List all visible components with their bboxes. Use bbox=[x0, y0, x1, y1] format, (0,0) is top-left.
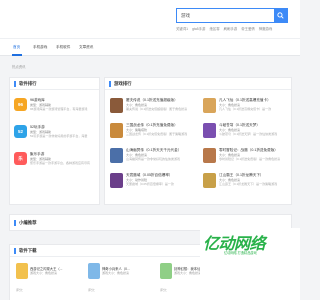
download-category: 游戏大小：角色扮演 bbox=[102, 271, 130, 275]
app-icon: 乐 bbox=[14, 152, 27, 165]
software-rank-panel: 软件排行 96 96游戏库 类型：游戏辅助 96游戏库是一款游戏管理平台，有海量… bbox=[9, 77, 100, 205]
hot-tags: 关键词1 gta5手游 绝区零 刷刷手游 帝王爱情 神魔游戏 bbox=[176, 26, 296, 31]
game-item[interactable]: 零时冒险记：战魔（0.1折送免费版） 大小：角色扮演 零时冒险记（0.1折送免费… bbox=[203, 148, 293, 168]
site-logo[interactable] bbox=[10, 4, 80, 32]
main-nav: 首页 手机游戏 手机软件 文章资讯 bbox=[0, 38, 300, 56]
nav-mobile-software[interactable]: 手机软件 bbox=[56, 45, 70, 50]
search-box bbox=[176, 8, 288, 23]
game-item[interactable]: 天寰魔域（0.05折百倍爆率） 大小：动作冒险 天寰魔域（0.05折百倍爆率）是… bbox=[110, 173, 200, 193]
panel-accent bbox=[14, 219, 16, 226]
game-desc: 斗破苍穹（0.1折送天梦）是一款仙侠类游戏 bbox=[219, 131, 278, 136]
download-thumbnail[interactable] bbox=[88, 263, 100, 279]
brand-watermark: 亿动网络 亿动网络 打造精品游戏 bbox=[200, 228, 300, 300]
download-card[interactable]: 神奇小兵来人（0... 游戏大小：角色扮演 评分： bbox=[88, 263, 148, 295]
game-thumbnail[interactable] bbox=[203, 98, 216, 113]
game-item[interactable]: 三国战龙传（0.1折充值免费版） 大小：策略塔防 三国战龙传（0.1折充值免费版… bbox=[110, 123, 200, 143]
game-thumbnail[interactable] bbox=[203, 148, 216, 163]
game-desc: 天寰魔域（0.05折百倍爆率）是一款 bbox=[126, 181, 174, 186]
game-item[interactable]: 凡人飞仙（0.1折送高爆充值卡） 大小：角色扮演 凡人飞仙（0.1折送高爆充值卡… bbox=[203, 98, 293, 118]
software-item[interactable]: 96 96游戏库 类型：游戏辅助 96游戏库是一款游戏管理平台，有海量游戏 bbox=[14, 98, 96, 118]
game-desc: 江山霸王（0.1折龙腾天下）是一款策略游戏 bbox=[219, 181, 278, 186]
nav-home[interactable]: 首页 bbox=[13, 45, 20, 50]
nav-articles[interactable]: 文章资讯 bbox=[79, 45, 93, 50]
download-category: 游戏大小：角色扮演 bbox=[174, 271, 202, 275]
panel-title: 小编推荐 bbox=[19, 219, 37, 225]
hot-tag[interactable]: 神魔游戏 bbox=[259, 26, 273, 31]
game-thumbnail[interactable] bbox=[203, 173, 216, 188]
app-desc: 聚乐手游是一款手游平台，各种游戏应有尽有 bbox=[30, 160, 91, 165]
breadcrumb[interactable]: 热点资讯 bbox=[12, 64, 26, 69]
panel-title: 游戏排行 bbox=[114, 80, 132, 86]
game-thumbnail[interactable] bbox=[110, 98, 123, 113]
game-thumbnail[interactable] bbox=[110, 173, 123, 188]
search-input[interactable] bbox=[177, 9, 274, 22]
hot-tag[interactable]: 关键词1 bbox=[176, 26, 188, 31]
game-desc: 零时冒险记（0.1折送免费版）是一款角色扮演 bbox=[219, 156, 281, 161]
app-icon: 52 bbox=[14, 125, 27, 138]
app-desc: 96游戏库是一款游戏管理平台，有海量游戏 bbox=[30, 106, 88, 111]
game-desc: 屠夫传说（0.1折送充值超级版）属于角色扮演 bbox=[126, 106, 188, 111]
download-rating: 评分： bbox=[16, 288, 26, 292]
brand-tagline: 亿动网络 打造精品游戏 bbox=[224, 251, 257, 255]
panel-accent bbox=[14, 247, 16, 254]
app-icon: 96 bbox=[14, 98, 27, 111]
header: 关键词1 gta5手游 绝区零 刷刷手游 帝王爱情 神魔游戏 bbox=[0, 0, 300, 38]
download-rating: 评分： bbox=[88, 288, 98, 292]
game-item[interactable]: 斗破苍穹（0.1折送天梦） 大小：角色扮演 斗破苍穹（0.1折送天梦）是一款仙侠… bbox=[203, 123, 293, 143]
game-item[interactable]: 山海幽冥传（0.1折天天千元代金） 大小：角色扮演 山海幽冥传是一款非常好玩的仙… bbox=[110, 148, 200, 168]
hot-tag[interactable]: 刷刷手游 bbox=[224, 26, 238, 31]
download-category: 游戏大小：角色扮演 bbox=[30, 271, 58, 275]
hot-tag[interactable]: gta5手游 bbox=[192, 26, 205, 31]
game-rank-panel: 游戏排行 屠夫传说（0.1折送充值超级版） 大小：角色扮演 屠夫传说（0.1折送… bbox=[104, 77, 292, 205]
search-icon bbox=[277, 12, 284, 19]
game-item[interactable]: 屠夫传说（0.1折送充值超级版） 大小：角色扮演 屠夫传说（0.1折送充值超级版… bbox=[110, 98, 200, 118]
panel-title: 软件排行 bbox=[19, 80, 37, 86]
download-thumbnail[interactable] bbox=[16, 263, 28, 279]
game-desc: 凡人飞仙（0.1折送高爆充值卡）是一款 bbox=[219, 106, 272, 111]
nav-active-indicator bbox=[12, 54, 22, 56]
download-card[interactable]: 西游记之闪现大王（... 游戏大小：角色扮演 评分： bbox=[16, 263, 76, 295]
download-rating: 评分： bbox=[160, 288, 170, 292]
panel-accent bbox=[109, 80, 111, 87]
panel-accent bbox=[14, 80, 16, 87]
game-thumbnail[interactable] bbox=[110, 123, 123, 138]
game-desc: 三国战龙传（0.1折充值免费版）属于策略游戏 bbox=[126, 131, 188, 136]
game-thumbnail[interactable] bbox=[110, 148, 123, 163]
download-thumbnail[interactable] bbox=[160, 263, 172, 279]
game-item[interactable]: 江山霸王（0.1折龙腾天下） 大小：角色扮演 江山霸王（0.1折龙腾天下）是一款… bbox=[203, 173, 293, 193]
hot-tag[interactable]: 绝区零 bbox=[209, 26, 219, 31]
nav-mobile-games[interactable]: 手机游戏 bbox=[33, 45, 47, 50]
hot-tag[interactable]: 帝王爱情 bbox=[241, 26, 255, 31]
app-desc: 52玩手游是一款非常好用的手游平台，海量 bbox=[30, 133, 88, 138]
software-item[interactable]: 52 52玩手游 类型：游戏辅助 52玩手游是一款非常好用的手游平台，海量 bbox=[14, 125, 96, 145]
search-button[interactable] bbox=[274, 9, 287, 22]
game-thumbnail[interactable] bbox=[203, 123, 216, 138]
game-desc: 山海幽冥传是一款非常好玩的仙侠类游戏 bbox=[126, 156, 181, 161]
panel-title: 软件下载 bbox=[19, 247, 37, 253]
software-item[interactable]: 乐 聚乐手游 类型：游戏辅助 聚乐手游是一款手游平台，各种游戏应有尽有 bbox=[14, 152, 96, 172]
